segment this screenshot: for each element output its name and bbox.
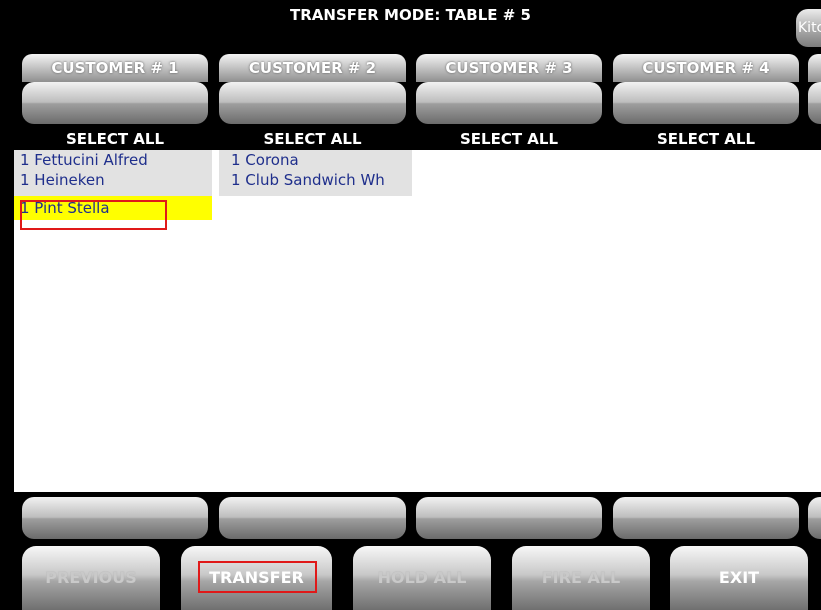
tab-customer-4[interactable]: CUSTOMER # 4	[613, 54, 799, 82]
select-all-customer-4[interactable]: SELECT ALL	[613, 128, 799, 150]
customer-1-items: 1 Fettucini Alfred 1 Heineken	[14, 150, 212, 196]
exit-label: EXIT	[718, 568, 760, 587]
page-title: TRANSFER MODE: TABLE # 5	[290, 6, 531, 24]
customer-1-button[interactable]	[22, 82, 208, 124]
customer-3-button[interactable]	[416, 82, 602, 124]
action-slot-5[interactable]	[808, 497, 821, 539]
tab-customer-5[interactable]	[808, 54, 821, 82]
customer-2-button[interactable]	[219, 82, 406, 124]
list-item[interactable]: 1 Fettucini Alfred	[14, 150, 212, 170]
customer-5-button[interactable]	[808, 82, 821, 124]
previous-button[interactable]: PREVIOUS	[22, 546, 160, 610]
previous-label: PREVIOUS	[45, 568, 137, 587]
action-slot-2[interactable]	[219, 497, 406, 539]
tab-customer-3[interactable]: CUSTOMER # 3	[416, 54, 602, 82]
select-all-customer-3[interactable]: SELECT ALL	[416, 128, 602, 150]
select-all-customer-1[interactable]: SELECT ALL	[22, 128, 208, 150]
action-slot-1[interactable]	[22, 497, 208, 539]
fire-all-label: FIRE ALL	[541, 568, 621, 587]
list-item-selected[interactable]: 1 Pint Stella	[14, 196, 212, 220]
action-slot-4[interactable]	[613, 497, 799, 539]
tab-customer-1[interactable]: CUSTOMER # 1	[22, 54, 208, 82]
action-slot-3[interactable]	[416, 497, 602, 539]
list-item[interactable]: 1 Corona	[219, 150, 412, 170]
list-item[interactable]: 1 Club Sandwich Wh	[219, 170, 412, 190]
customer-4-button[interactable]	[613, 82, 799, 124]
hold-all-label: HOLD ALL	[377, 568, 467, 587]
kitchen-button[interactable]: Kitc	[796, 9, 821, 47]
item-list-panel: 1 Fettucini Alfred 1 Heineken 1 Pint Ste…	[14, 150, 821, 492]
transfer-button[interactable]: TRANSFER	[181, 546, 332, 610]
list-item[interactable]: 1 Heineken	[14, 170, 212, 190]
transfer-label: TRANSFER	[209, 568, 304, 587]
exit-button[interactable]: EXIT	[670, 546, 808, 610]
tab-customer-2[interactable]: CUSTOMER # 2	[219, 54, 406, 82]
customer-1-selected-items: 1 Pint Stella	[14, 196, 212, 220]
customer-2-items: 1 Corona 1 Club Sandwich Wh	[219, 150, 412, 196]
hold-all-button[interactable]: HOLD ALL	[353, 546, 491, 610]
select-all-customer-2[interactable]: SELECT ALL	[219, 128, 406, 150]
fire-all-button[interactable]: FIRE ALL	[512, 546, 650, 610]
